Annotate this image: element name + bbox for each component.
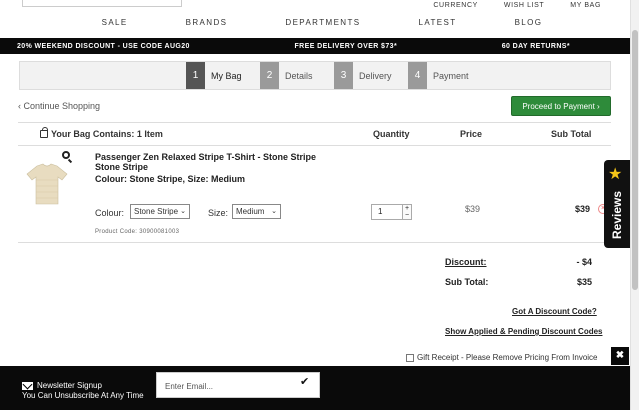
continue-shopping-link[interactable]: ‹ Continue Shopping [18,101,100,111]
gift-receipt[interactable]: Gift Receipt - Please Remove Pricing Fro… [406,353,598,362]
product-image[interactable] [23,160,71,208]
gift-receipt-label: Gift Receipt - Please Remove Pricing Fro… [417,353,598,362]
nav-departments[interactable]: DEPARTMENTS [271,18,360,27]
bag-title: Your Bag Contains: 1 Item [40,127,163,139]
pending-discounts-link[interactable]: Show Applied & Pending Discount Codes [445,327,602,336]
shopping-bag-icon [40,127,48,138]
page-scrollbar[interactable] [630,0,639,410]
colour-select-value: Stone Stripe [134,207,179,216]
proceed-to-payment-button[interactable]: Proceed to Payment › [511,96,611,116]
quantity-stepper[interactable]: + − [402,204,412,220]
star-icon: ★ [608,166,623,183]
newsletter-title: Newsletter Signup [22,381,102,390]
bag-title-text: Your Bag Contains: 1 Item [51,129,163,139]
newsletter-subtitle: You Can Unsubscribe At Any Time [22,391,144,400]
size-select-value: Medium [236,207,265,216]
bag-table-header: Your Bag Contains: 1 Item Quantity Price… [18,122,611,146]
step-label: Payment [433,70,469,81]
zoom-icon[interactable] [62,151,70,159]
chevron-down-icon: ⌄ [271,208,277,215]
mail-icon [22,381,33,390]
close-icon[interactable]: ✖ [611,347,629,365]
subtotal-value: $35 [576,277,592,287]
step-delivery[interactable]: 3 Delivery [334,62,392,89]
reviews-tab[interactable]: ★ Reviews [604,160,630,248]
submit-check-icon[interactable]: ✔ [300,375,309,388]
product-colour-size: Colour: Stone Stripe, Size: Medium [95,174,246,184]
scrollbar-thumb[interactable] [632,30,638,290]
product-code: Product Code: 30900081003 [95,229,180,235]
step-number: 1 [186,62,205,89]
my-bag-link[interactable]: MY BAG [570,2,601,9]
step-label: Delivery [359,70,392,81]
checkout-steps: 1 My Bag 2 Details 3 Delivery 4 Payment [19,61,611,90]
newsletter-title-text: Newsletter Signup [37,381,102,390]
reviews-label: Reviews [610,190,624,240]
promo-returns[interactable]: 60 DAY RETURNS* [502,43,570,50]
product-name[interactable]: Passenger Zen Relaxed Stripe T-Shirt - S… [95,152,335,172]
email-field[interactable]: Enter Email... [156,372,320,398]
search-input[interactable] [22,0,182,7]
nav-blog[interactable]: BLOG [501,18,543,27]
promo-discount[interactable]: 20% WEEKEND DISCOUNT - USE CODE AUG20 [17,43,190,50]
col-price: Price [460,129,483,139]
discount-label: Discount: [445,257,487,267]
step-my-bag[interactable]: 1 My Bag [186,62,242,89]
nav-sale[interactable]: SALE [88,18,128,27]
step-label: Details [285,70,313,81]
table-row: Passenger Zen Relaxed Stripe T-Shirt - S… [18,146,611,243]
chevron-down-icon: ⌄ [180,208,186,215]
discount-value: - $4 [576,257,592,267]
nav-latest[interactable]: LATEST [405,18,457,27]
colour-label: Colour: [95,208,125,218]
promo-banner: 20% WEEKEND DISCOUNT - USE CODE AUG20 FR… [0,38,630,54]
size-label: Size: [208,208,229,218]
discount-code-link[interactable]: Got A Discount Code? [512,307,597,316]
step-number: 2 [260,62,279,89]
size-select[interactable]: Medium ⌄ [232,204,281,219]
step-number: 4 [408,62,427,89]
wish-list-link[interactable]: WISH LIST [504,2,544,9]
currency-link[interactable]: CURRENCY [433,2,477,9]
step-number: 3 [334,62,353,89]
col-subtotal: Sub Total [551,129,592,139]
step-payment[interactable]: 4 Payment [408,62,469,89]
utility-nav: CURRENCY WISH LIST MY BAG [433,2,601,9]
nav-brands[interactable]: BRANDS [172,18,228,27]
step-label: My Bag [211,70,242,81]
colour-select[interactable]: Stone Stripe ⌄ [130,204,190,219]
promo-delivery[interactable]: FREE DELIVERY OVER $73* [295,43,398,50]
main-nav: SALE BRANDS DEPARTMENTS LATEST BLOG [0,18,630,27]
newsletter-bar: Newsletter Signup You Can Unsubscribe At… [0,366,630,410]
gift-receipt-checkbox[interactable] [406,353,414,362]
subtotal-label: Sub Total: [445,277,489,287]
item-subtotal: $39 [575,204,591,214]
col-quantity: Quantity [373,129,410,139]
item-price: $39 [465,204,481,214]
step-details[interactable]: 2 Details [260,62,313,89]
